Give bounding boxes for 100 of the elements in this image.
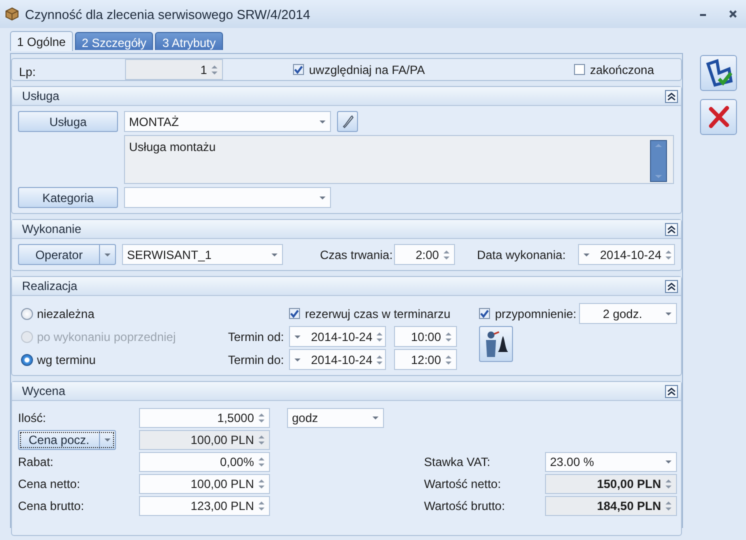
dropdown-arrow-icon[interactable]	[372, 416, 379, 420]
reminder-button[interactable]	[479, 326, 513, 362]
tab[interactable]: 1 Ogólne	[10, 31, 73, 51]
scrollbar[interactable]	[650, 140, 667, 182]
spin-arrows-icon[interactable]	[442, 248, 450, 260]
field-label: Cena netto:	[18, 477, 82, 491]
field-label: Rabat:	[18, 455, 54, 469]
spin-arrows-icon[interactable]	[258, 500, 265, 512]
checkbox[interactable]	[479, 308, 490, 319]
spin-arrows-icon[interactable]	[258, 434, 265, 446]
combo-field[interactable]	[124, 187, 331, 208]
package-icon	[5, 7, 19, 21]
spin-field[interactable]: 1	[125, 59, 223, 80]
checkbox-label: przypomnienie:	[495, 306, 576, 320]
close-icon[interactable]	[728, 9, 738, 19]
spin-field[interactable]: 123,00 PLN	[139, 496, 270, 516]
field-label: Ilość:	[18, 411, 48, 425]
spin-arrows-icon[interactable]	[445, 330, 452, 342]
checkmark-icon	[480, 309, 489, 318]
double-chevron-up-icon	[667, 282, 676, 290]
dropdown-arrow-icon[interactable]	[665, 312, 672, 316]
date-field[interactable]: 2014-10-24	[289, 349, 386, 370]
double-chevron-up-icon	[667, 92, 676, 100]
double-chevron-up-icon	[667, 386, 676, 396]
operator-button[interactable]: Operator	[18, 244, 116, 265]
category-button[interactable]: Kategoria	[18, 187, 118, 208]
spin-arrows-icon[interactable]	[376, 354, 384, 366]
checkbox-label: rezerwuj czas w terminarzu	[305, 306, 450, 320]
dropdown-arrow-icon[interactable]	[319, 120, 326, 124]
section-title: Realizacja	[22, 279, 78, 293]
date-field[interactable]: 2014-10-24	[289, 326, 386, 347]
collapse-button[interactable]	[665, 280, 678, 292]
collapse-button[interactable]	[665, 90, 678, 102]
spin-field[interactable]: 100,00 PLN	[139, 430, 270, 450]
spin-arrows-icon[interactable]	[258, 456, 265, 468]
spin-arrows-icon[interactable]	[665, 248, 672, 260]
save-button[interactable]	[700, 55, 737, 91]
checkbox-label: uwzględniaj na FA/PA	[309, 62, 425, 76]
tab[interactable]: 3 Atrybuty	[155, 32, 223, 50]
spin-field[interactable]: 100,00 PLN	[139, 474, 270, 494]
combo-field[interactable]: 23.00 %	[545, 452, 677, 472]
tab[interactable]: 2 Szczegóły	[74, 32, 154, 50]
date-field[interactable]: 2014-10-24	[578, 244, 675, 265]
checkbox[interactable]	[289, 308, 300, 319]
field-label: Termin do:	[226, 352, 284, 366]
dropdown-arrow-icon[interactable]	[583, 252, 590, 256]
spin-arrows-icon[interactable]	[258, 478, 265, 490]
cancel-button[interactable]	[700, 99, 737, 135]
field-label: Data wykonania:	[476, 248, 567, 262]
dropdown-arrow-icon[interactable]	[270, 252, 278, 256]
dropdown-arrow-icon[interactable]	[104, 252, 112, 256]
dropdown-arrow-icon[interactable]	[319, 196, 326, 200]
service-button[interactable]: Usługa	[18, 111, 118, 132]
combo-field[interactable]: 2 godz.	[579, 303, 677, 324]
checkbox[interactable]	[293, 64, 304, 75]
section-title: Usługa	[22, 89, 60, 103]
dropdown-arrow-icon[interactable]	[294, 358, 301, 362]
checkmark-icon	[294, 65, 303, 74]
field-label: Lp:	[19, 65, 37, 79]
radio-button[interactable]	[21, 308, 33, 320]
spin-field[interactable]: 12:00	[394, 349, 457, 370]
field-label: Termin od:	[226, 330, 284, 344]
spin-field[interactable]: 184,50 PLN	[545, 496, 677, 516]
collapse-button[interactable]	[665, 222, 678, 236]
checkmark-icon	[290, 309, 299, 318]
radio-label: niezależna	[37, 306, 94, 320]
section-title: Wykonanie	[22, 222, 82, 236]
dropdown-arrow-icon[interactable]	[294, 334, 301, 338]
checkbox-label: zakończona	[590, 62, 654, 76]
spin-arrows-icon[interactable]	[445, 354, 452, 366]
double-chevron-up-icon	[667, 224, 676, 234]
spin-arrows-icon[interactable]	[376, 330, 384, 342]
combo-field[interactable]: MONTAŻ	[124, 111, 331, 132]
spin-field[interactable]: 0,00%	[139, 452, 270, 472]
radio-label: wg terminu	[37, 352, 96, 366]
base-price-button[interactable]: Cena pocz.	[18, 430, 116, 450]
spin-arrows-icon[interactable]	[211, 64, 218, 76]
section-title: Wycena	[22, 384, 66, 398]
picker-button[interactable]	[337, 111, 358, 132]
field-label: Cena brutto:	[18, 499, 86, 513]
spin-arrows-icon[interactable]	[665, 478, 672, 490]
spin-arrows-icon[interactable]	[665, 500, 672, 512]
checkbox[interactable]	[574, 64, 585, 75]
collapse-button[interactable]	[665, 384, 678, 398]
spin-field[interactable]: 150,00 PLN	[545, 474, 677, 494]
spin-field[interactable]: 2:00	[394, 244, 455, 265]
combo-field[interactable]: SERWISANT_1	[122, 244, 283, 265]
person-icon	[483, 330, 509, 358]
radio-button[interactable]	[21, 354, 33, 366]
spin-field[interactable]: 10:00	[394, 326, 457, 347]
field-label: Stawka VAT:	[424, 455, 492, 469]
window-title: Czynność dla zlecenia serwisowego SRW/4/2014	[25, 6, 310, 22]
description-field[interactable]: Usługa montażu	[124, 135, 674, 184]
field-label: Wartość brutto:	[424, 499, 506, 513]
spin-arrows-icon[interactable]	[258, 412, 265, 424]
radio-label: po wykonaniu poprzedniej	[37, 330, 176, 344]
combo-field[interactable]: godz	[287, 408, 384, 428]
dropdown-arrow-icon[interactable]	[104, 438, 111, 442]
spin-field[interactable]: 1,5000	[139, 408, 270, 428]
dropdown-arrow-icon[interactable]	[665, 460, 672, 464]
